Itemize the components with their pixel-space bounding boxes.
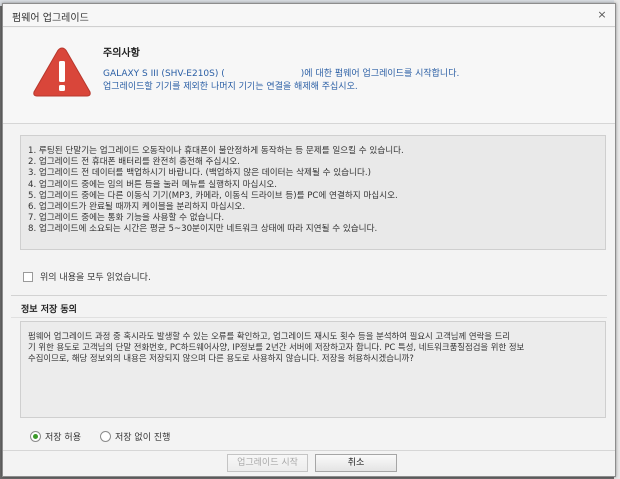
notice-header: 주의사항 GALAXY S III (SHV-E210S) ( )에 대한 펌웨어… [3,28,615,124]
consent-line: 펌웨어 업그레이드 과정 중 혹시라도 발생할 수 있는 오류를 확인하고, 업… [28,331,511,341]
divider [11,317,607,318]
allow-save-option[interactable]: 저장 허용 [30,430,81,443]
notice-start-text: )에 대한 펌웨어 업그레이드를 시작합니다. [300,69,460,79]
dialog-titlebar: 펌웨어 업그레이드 × [3,4,615,27]
close-icon[interactable]: × [595,8,609,22]
allow-save-label[interactable]: 저장 허용 [45,430,81,443]
notice-disconnect-line: 업그레이드할 기기를 제외한 나머지 기기는 연결을 해제해 주십시오. [103,82,358,92]
precaution-item: 1. 루팅된 단말기는 업그레이드 오동작이나 휴대폰이 불안정하게 동작하는 … [28,146,404,156]
read-all-checkbox-row[interactable]: 위의 내용을 모두 읽었습니다. [23,270,151,283]
consent-line: 수집이므로, 해당 정보외의 내용은 저장되지 않으며 다른 용도로 사용하지 … [28,353,414,363]
consent-line: 기 위한 용도로 고객님의 단말 전화번호, PC하드웨어사양, IP정보를 2… [28,342,525,352]
start-upgrade-button[interactable]: 업그레이드 시작 [227,454,308,472]
precaution-item: 5. 업그레이드 중에는 다른 이동식 기기(MP3, 카메라, 이동식 드라이… [28,190,398,201]
precaution-item: 6. 업그레이드가 완료될 때까지 케이블을 분리하지 마십시오. [28,201,246,212]
precaution-item: 3. 업그레이드 전 데이터를 백업하시기 바랍니다. (백업하지 않은 데이터… [28,168,371,179]
precaution-item: 2. 업그레이드 전 휴대폰 배터리를 완전히 충전해 주십시오. [28,157,240,168]
device-name: GALAXY S III (SHV-E210S) ( [103,69,225,79]
warning-triangle-icon [33,47,91,97]
divider [11,295,607,296]
skip-save-label[interactable]: 저장 없이 진행 [115,430,170,443]
consent-title: 정보 저장 동의 [21,305,77,315]
precaution-item: 8. 업그레이드에 소요되는 시간은 평균 5~30분이지만 네트워크 상태에 … [28,224,378,235]
read-all-checkbox[interactable] [23,271,33,282]
skip-save-option[interactable]: 저장 없이 진행 [100,430,170,443]
precaution-item: 4. 업그레이드 중에는 임의 버튼 등을 눌러 메뉴를 실행하지 마십시오. [28,179,277,190]
notice-device-line: GALAXY S III (SHV-E210S) ( )에 대한 펌웨어 업그레이… [103,66,459,79]
precautions-box: 1. 루팅된 단말기는 업그레이드 오동작이나 휴대폰이 불안정하게 동작하는 … [20,135,606,250]
footer-divider [3,450,615,451]
read-all-label[interactable]: 위의 내용을 모두 읽었습니다. [40,270,151,283]
allow-save-radio[interactable] [30,431,41,442]
skip-save-radio[interactable] [100,431,111,442]
dialog-title: 펌웨어 업그레이드 [12,13,89,24]
caution-title: 주의사항 [103,48,140,59]
consent-text-box: 펌웨어 업그레이드 과정 중 혹시라도 발생할 수 있는 오류를 확인하고, 업… [20,321,606,418]
firmware-upgrade-dialog: 펌웨어 업그레이드 × 주의사항 GALAXY S III (SHV-E210S… [2,3,616,477]
cancel-button[interactable]: 취소 [315,454,397,472]
precaution-item: 7. 업그레이드 중에는 통화 기능을 사용할 수 없습니다. [28,213,225,224]
